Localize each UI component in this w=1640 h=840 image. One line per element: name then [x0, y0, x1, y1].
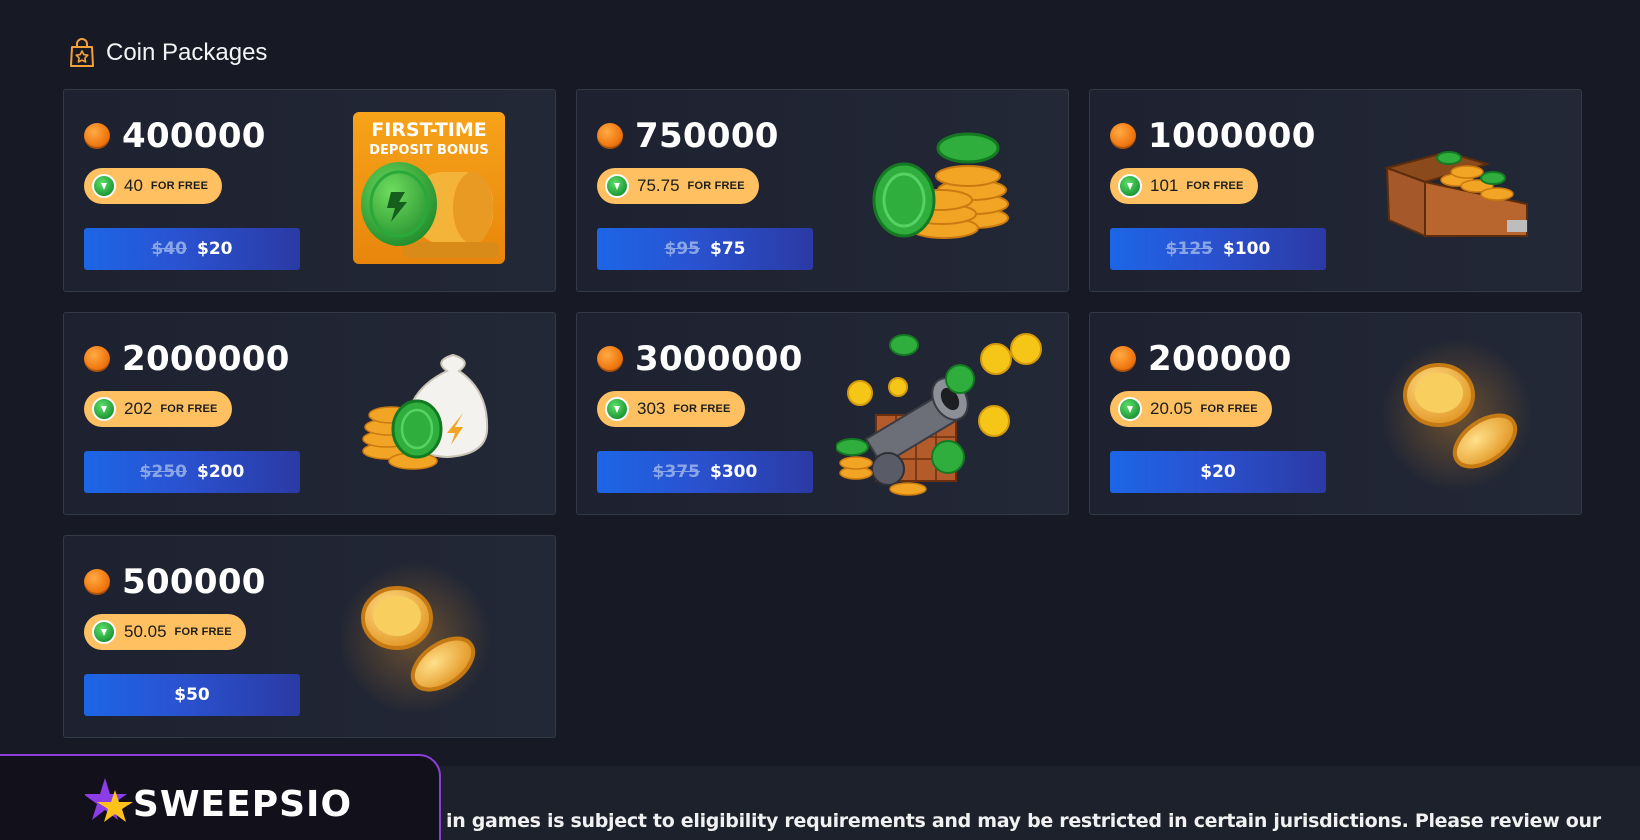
- bonus-value: 303: [637, 399, 666, 418]
- package-card[interactable]: 3000000 303 FOR FREE $375 $300: [576, 312, 1069, 515]
- price: $20: [197, 239, 233, 259]
- gold-coin-icon: [1110, 346, 1136, 372]
- brand-name: SWEEPSIO: [132, 783, 353, 825]
- gold-coin-icon: [1110, 123, 1136, 149]
- bonus-suffix: FOR FREE: [150, 180, 209, 192]
- gold-coin-icon: [84, 346, 110, 372]
- price: $20: [1200, 462, 1236, 482]
- buy-button[interactable]: $125 $100: [1110, 228, 1326, 270]
- sweeps-coin-icon: [92, 174, 116, 198]
- coin-stacks-image: [864, 108, 1024, 268]
- bonus-value: 202: [124, 399, 153, 418]
- amount-row: 500000: [84, 562, 266, 602]
- price: $200: [197, 462, 245, 482]
- bonus-pill: 202 FOR FREE: [84, 391, 232, 427]
- package-card[interactable]: 1000000 101 FOR FREE $125 $100: [1089, 89, 1582, 292]
- package-card[interactable]: 2000000 202 FOR FREE $250 $200: [63, 312, 556, 515]
- bonus-pill: 303 FOR FREE: [597, 391, 745, 427]
- amount-row: 200000: [1110, 339, 1292, 379]
- bonus-pill: 40 FOR FREE: [84, 168, 223, 204]
- coin-amount: 2000000: [122, 339, 290, 379]
- gold-coin-icon: [84, 123, 110, 149]
- gold-coin-icon: [597, 123, 623, 149]
- star-logo-icon: [84, 778, 133, 822]
- price: $50: [174, 685, 210, 705]
- coin-amount: 400000: [122, 116, 266, 156]
- amount-row: 2000000: [84, 339, 290, 379]
- old-price: $250: [139, 462, 187, 482]
- sweeps-coin-icon: [92, 620, 116, 644]
- buy-button[interactable]: $250 $200: [84, 451, 300, 493]
- bonus-suffix: FOR FREE: [1186, 180, 1244, 192]
- coin-amount: 1000000: [1148, 116, 1316, 156]
- sweeps-coin-icon: [92, 397, 116, 421]
- bonus-value: 40: [124, 176, 143, 195]
- bonus-value: 75.75: [637, 176, 680, 195]
- bonus-pill: 50.05 FOR FREE: [84, 614, 246, 650]
- bonus-suffix: FOR FREE: [174, 626, 232, 638]
- amount-row: 400000: [84, 116, 266, 156]
- bonus-suffix: FOR FREE: [160, 403, 218, 415]
- bonus-art-text-2: DEPOSIT BONUS: [369, 143, 489, 158]
- bonus-pill: 101 FOR FREE: [1110, 168, 1258, 204]
- coin-amount: 750000: [635, 116, 779, 156]
- bonus-pill: 20.05 FOR FREE: [1110, 391, 1272, 427]
- two-gold-coins-image: [335, 554, 495, 714]
- two-gold-coins-image: [1377, 331, 1537, 491]
- buy-button[interactable]: $95 $75: [597, 228, 813, 270]
- first-time-deposit-bonus-image: FIRST-TIME DEPOSIT BONUS: [353, 112, 505, 264]
- package-card[interactable]: 200000 20.05 FOR FREE $20: [1089, 312, 1582, 515]
- sweeps-coin-icon: [1118, 397, 1142, 421]
- gold-coin-icon: [84, 569, 110, 595]
- amount-row: 750000: [597, 116, 779, 156]
- buy-button[interactable]: $20: [1110, 451, 1326, 493]
- bonus-pill: 75.75 FOR FREE: [597, 168, 759, 204]
- price: $100: [1223, 239, 1271, 259]
- package-card[interactable]: 400000 40 FOR FREE $40 $20 FIRST-TIME DE…: [63, 89, 556, 292]
- section-title: Coin Packages: [106, 39, 268, 66]
- money-bag-image: [351, 331, 511, 491]
- coin-amount: 500000: [122, 562, 266, 602]
- price: $75: [710, 239, 746, 259]
- sweeps-coin-icon: [1118, 174, 1142, 198]
- price: $300: [710, 462, 758, 482]
- bonus-suffix: FOR FREE: [1200, 403, 1258, 415]
- shopping-bag-star-icon: [70, 38, 94, 67]
- package-card[interactable]: 750000 75.75 FOR FREE $95 $75: [576, 89, 1069, 292]
- section-header: Coin Packages: [68, 38, 267, 68]
- bonus-value: 20.05: [1150, 399, 1193, 418]
- footer-disclaimer: in games is subject to eligibility requi…: [446, 810, 1601, 832]
- coin-amount: 200000: [1148, 339, 1292, 379]
- coin-cannon-image: [835, 329, 1046, 509]
- amount-row: 1000000: [1110, 116, 1316, 156]
- gold-coin-icon: [597, 346, 623, 372]
- bonus-suffix: FOR FREE: [673, 403, 731, 415]
- bonus-art-text-1: FIRST-TIME: [371, 119, 487, 141]
- brand-panel[interactable]: SWEEPSIO: [0, 754, 441, 840]
- treasure-chest-image: [1377, 108, 1537, 268]
- amount-row: 3000000: [597, 339, 803, 379]
- packages-grid: 400000 40 FOR FREE $40 $20 FIRST-TIME DE…: [63, 89, 1582, 738]
- buy-button[interactable]: $50: [84, 674, 300, 716]
- coin-amount: 3000000: [635, 339, 803, 379]
- bonus-value: 101: [1150, 176, 1179, 195]
- old-price: $125: [1165, 239, 1213, 259]
- old-price: $40: [151, 239, 188, 259]
- old-price: $95: [664, 239, 701, 259]
- sweeps-coin-icon: [605, 174, 629, 198]
- buy-button[interactable]: $375 $300: [597, 451, 813, 493]
- old-price: $375: [652, 462, 700, 482]
- bonus-suffix: FOR FREE: [687, 180, 745, 192]
- buy-button[interactable]: $40 $20: [84, 228, 300, 270]
- bonus-value: 50.05: [124, 622, 167, 641]
- package-card[interactable]: 500000 50.05 FOR FREE $50: [63, 535, 556, 738]
- sweeps-coin-icon: [605, 397, 629, 421]
